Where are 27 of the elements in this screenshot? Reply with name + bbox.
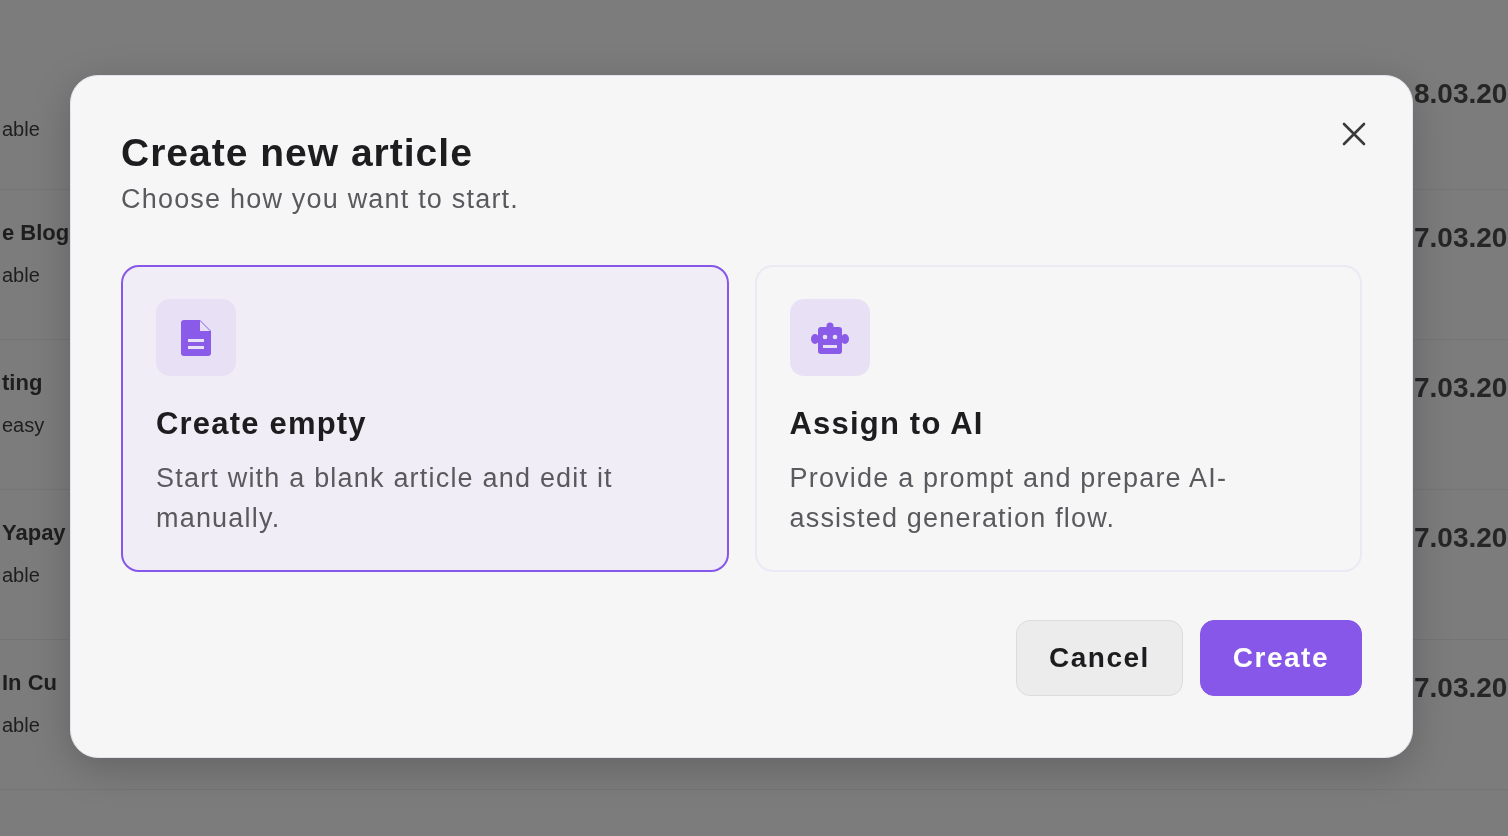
- row-subtitle: able: [2, 118, 40, 141]
- row-subtitle: easy: [2, 414, 45, 437]
- row-title: In Cu: [2, 670, 57, 696]
- option-card[interactable]: Create empty Start with a blank article and edit it manually.: [121, 265, 729, 572]
- option-description: Start with a blank article and edit it manually.: [156, 462, 614, 535]
- option-title: Create empty: [156, 406, 367, 442]
- option-description: Provide a prompt and prepare AI-assisted generation flow.: [789, 462, 1229, 535]
- updated-date: 7.03.20: [1414, 521, 1508, 555]
- dialog-title: Create new article: [121, 130, 473, 176]
- robot-icon: [810, 321, 849, 354]
- cancel-button[interactable]: Cancel: [1016, 620, 1183, 696]
- close-icon: [1342, 122, 1366, 146]
- updated-date: 7.03.20: [1414, 371, 1508, 405]
- row-subtitle: able: [2, 714, 40, 737]
- row-title: ting: [2, 370, 43, 396]
- option-title: Assign to AI: [789, 406, 984, 442]
- create-button[interactable]: Create: [1199, 620, 1362, 696]
- row-title: e Blog: [2, 220, 70, 246]
- updated-date: 7.03.20: [1414, 671, 1508, 705]
- row-subtitle: able: [2, 264, 40, 287]
- row-title: Yapay: [2, 520, 66, 546]
- dialog-subtitle: Choose how you want to start.: [121, 184, 519, 215]
- updated-date: 8.03.20: [1414, 77, 1508, 111]
- updated-date: 7.03.20: [1414, 221, 1508, 255]
- row-subtitle: able: [2, 564, 40, 587]
- option-card[interactable]: Assign to AI Provide a prompt and prepare AI-assisted generation flow.: [754, 265, 1362, 572]
- document-icon: [181, 319, 211, 356]
